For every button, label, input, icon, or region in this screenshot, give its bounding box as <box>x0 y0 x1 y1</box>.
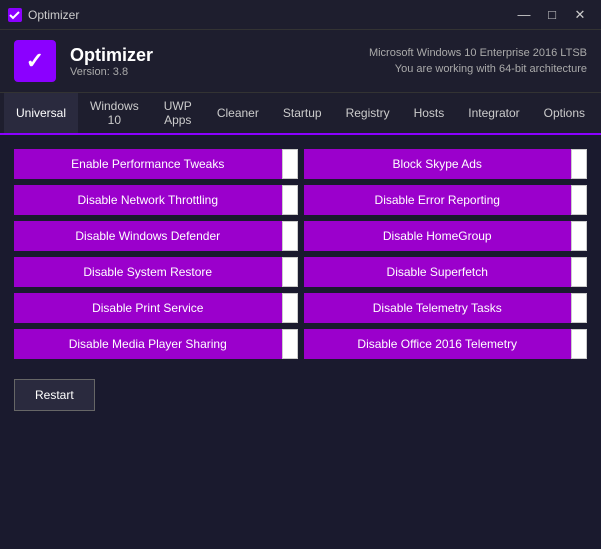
main-content: Enable Performance Tweaks Block Skype Ad… <box>0 135 601 425</box>
tab-options[interactable]: Options <box>532 93 597 135</box>
disable-print-service-button[interactable]: Disable Print Service <box>14 293 282 323</box>
btn-indicator <box>571 149 587 179</box>
tab-hosts[interactable]: Hosts <box>402 93 457 135</box>
block-skype-ads-button[interactable]: Block Skype Ads <box>304 149 572 179</box>
tab-uwp-apps[interactable]: UWP Apps <box>151 93 205 135</box>
btn-indicator <box>282 221 298 251</box>
app-version: Version: 3.8 <box>70 66 153 78</box>
restart-button[interactable]: Restart <box>14 379 95 411</box>
title-bar-title: Optimizer <box>28 8 79 22</box>
disable-network-throttling-button[interactable]: Disable Network Throttling <box>14 185 282 215</box>
tab-bar: Universal Windows 10 UWP Apps Cleaner St… <box>0 93 601 135</box>
title-bar-controls: — □ ✕ <box>511 5 593 25</box>
disable-homegroup-button[interactable]: Disable HomeGroup <box>304 221 572 251</box>
btn-row6-left: Disable Media Player Sharing <box>14 329 298 359</box>
disable-superfetch-button[interactable]: Disable Superfetch <box>304 257 572 287</box>
minimize-button[interactable]: — <box>511 5 537 25</box>
app-logo: ✓ <box>14 40 56 82</box>
btn-row3-right: Disable HomeGroup <box>304 221 588 251</box>
btn-row5-left: Disable Print Service <box>14 293 298 323</box>
tab-startup[interactable]: Startup <box>271 93 334 135</box>
tab-integrator[interactable]: Integrator <box>456 93 531 135</box>
desc-line1: Microsoft Windows 10 Enterprise 2016 LTS… <box>369 45 587 62</box>
btn-indicator <box>282 329 298 359</box>
btn-indicator <box>571 329 587 359</box>
disable-telemetry-tasks-button[interactable]: Disable Telemetry Tasks <box>304 293 572 323</box>
btn-row2-right: Disable Error Reporting <box>304 185 588 215</box>
btn-indicator <box>282 185 298 215</box>
desc-line2: You are working with 64-bit architecture <box>369 61 587 78</box>
checkmark-icon: ✓ <box>26 48 44 74</box>
tab-cleaner[interactable]: Cleaner <box>205 93 271 135</box>
close-button[interactable]: ✕ <box>567 5 593 25</box>
btn-indicator <box>571 185 587 215</box>
btn-indicator <box>282 257 298 287</box>
tab-windows10[interactable]: Windows 10 <box>78 93 151 135</box>
disable-error-reporting-button[interactable]: Disable Error Reporting <box>304 185 572 215</box>
btn-row3-left: Disable Windows Defender <box>14 221 298 251</box>
disable-system-restore-button[interactable]: Disable System Restore <box>14 257 282 287</box>
app-header: ✓ Optimizer Version: 3.8 Microsoft Windo… <box>0 30 601 93</box>
app-info: Optimizer Version: 3.8 <box>70 45 153 78</box>
title-bar: Optimizer — □ ✕ <box>0 0 601 30</box>
btn-row4-left: Disable System Restore <box>14 257 298 287</box>
btn-row1-right: Block Skype Ads <box>304 149 588 179</box>
action-button-grid: Enable Performance Tweaks Block Skype Ad… <box>14 149 587 359</box>
btn-indicator <box>571 293 587 323</box>
title-bar-left: Optimizer <box>8 8 79 22</box>
app-name: Optimizer <box>70 45 153 66</box>
tab-registry[interactable]: Registry <box>334 93 402 135</box>
btn-row1-left: Enable Performance Tweaks <box>14 149 298 179</box>
btn-indicator <box>571 257 587 287</box>
btn-row5-right: Disable Telemetry Tasks <box>304 293 588 323</box>
maximize-button[interactable]: □ <box>539 5 565 25</box>
btn-indicator <box>282 293 298 323</box>
tab-universal[interactable]: Universal <box>4 93 78 135</box>
disable-windows-defender-button[interactable]: Disable Windows Defender <box>14 221 282 251</box>
btn-indicator <box>571 221 587 251</box>
btn-row6-right: Disable Office 2016 Telemetry <box>304 329 588 359</box>
btn-indicator <box>282 149 298 179</box>
enable-performance-tweaks-button[interactable]: Enable Performance Tweaks <box>14 149 282 179</box>
app-icon <box>8 8 22 22</box>
disable-media-player-sharing-button[interactable]: Disable Media Player Sharing <box>14 329 282 359</box>
disable-office-2016-telemetry-button[interactable]: Disable Office 2016 Telemetry <box>304 329 572 359</box>
btn-row4-right: Disable Superfetch <box>304 257 588 287</box>
btn-row2-left: Disable Network Throttling <box>14 185 298 215</box>
app-description: Microsoft Windows 10 Enterprise 2016 LTS… <box>369 45 587 78</box>
